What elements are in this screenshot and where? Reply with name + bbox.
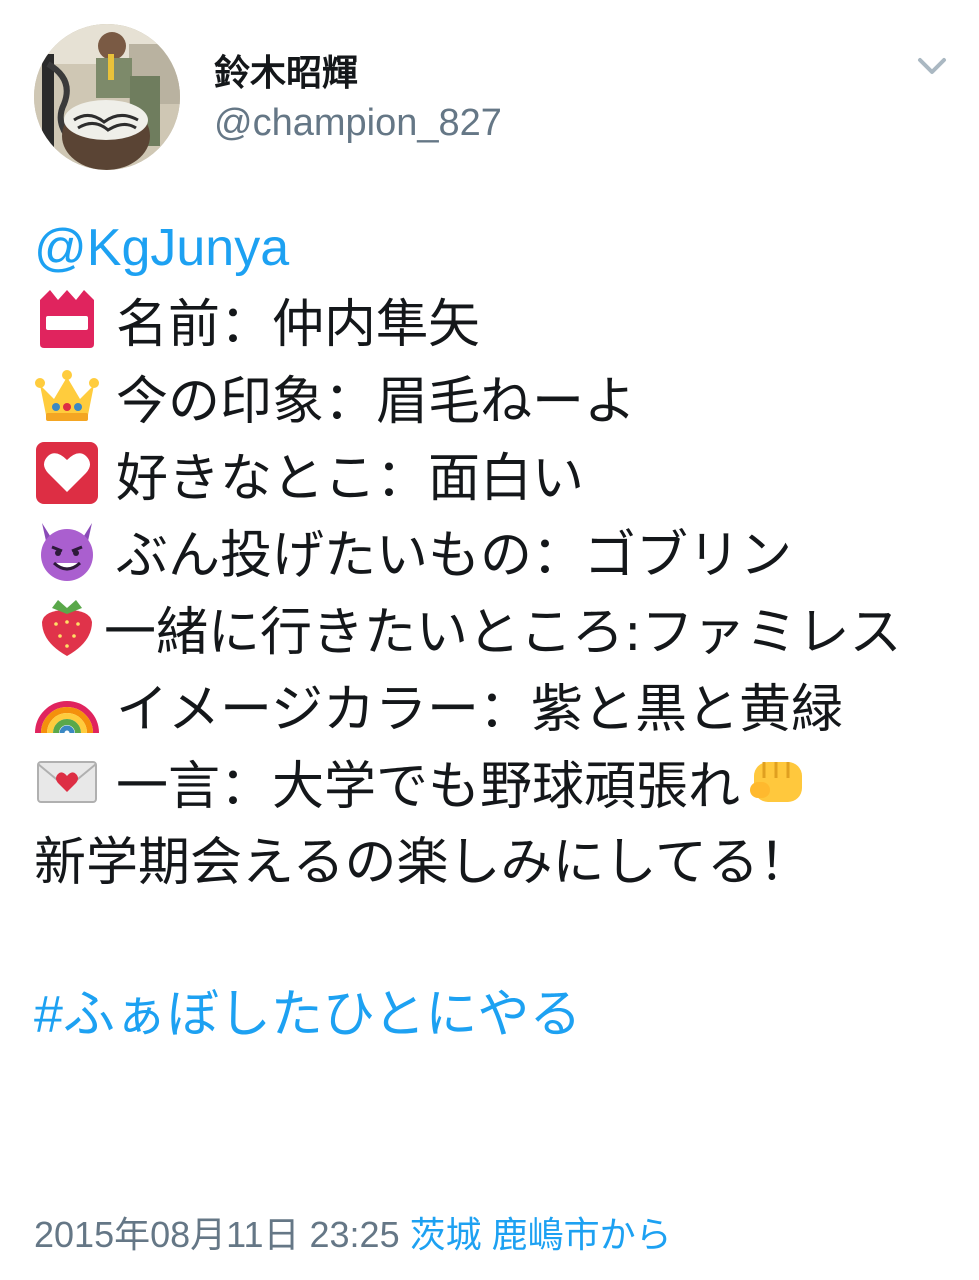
tweet-line-closing: 新学期会えるの楽しみにしてる！ [34, 833, 811, 893]
tweet-line-name: 名前：仲内隼矢 [34, 286, 954, 363]
rainbow-icon [35, 701, 99, 734]
avatar[interactable] [34, 24, 180, 170]
smiling-devil-icon [41, 523, 93, 581]
tweet-footer: 2015年08月11日 23:25 茨城 鹿嶋市から [34, 1206, 672, 1258]
hashtag-link[interactable]: #ふぁぼしたひとにやる [34, 986, 581, 1044]
tweet-text: @KgJunya 名前：仲内隼矢 今の印象：眉毛ねーよ 好きなとこ：面白い ぶん… [34, 210, 954, 1053]
strawberry-icon [42, 600, 92, 656]
tweet-location-link[interactable]: 茨城 鹿嶋市から [410, 1214, 672, 1255]
tweet-line-throw: ぶん投げたいもの：ゴブリン [34, 517, 954, 594]
crown-icon [35, 370, 99, 421]
tweet-line-message: 一言：大学でも野球頑張れ [34, 748, 954, 825]
tweet-line-likes: 好きなとこ：面白い [34, 440, 954, 517]
user-handle[interactable]: @champion_827 [214, 102, 502, 145]
chevron-down-icon[interactable] [912, 48, 952, 82]
love-letter-icon [37, 761, 97, 803]
tweet-timestamp[interactable]: 2015年08月11日 23:25 [34, 1214, 400, 1255]
tweet-header: 鈴木昭輝 @champion_827 [0, 0, 979, 190]
white-heart-icon [36, 442, 98, 504]
name-badge-icon [40, 290, 94, 348]
tweet-line-impression: 今の印象：眉毛ねーよ [34, 363, 954, 440]
tweet-line-place: 一緒に行きたいところ:ファミレス [34, 594, 954, 671]
fist-icon [750, 762, 803, 802]
mention-link[interactable]: @KgJunya [34, 219, 289, 277]
display-name[interactable]: 鈴木昭輝 [214, 44, 358, 96]
tweet-line-color: イメージカラー：紫と黒と黄緑 [34, 671, 954, 748]
